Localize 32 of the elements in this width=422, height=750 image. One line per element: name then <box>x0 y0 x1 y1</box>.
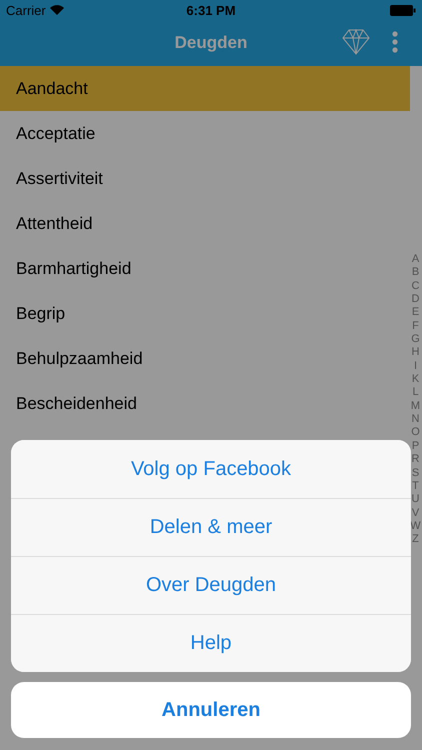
index-letter[interactable]: N <box>412 413 420 426</box>
wifi-icon <box>50 5 64 15</box>
index-letter[interactable]: O <box>411 426 420 440</box>
more-icon[interactable] <box>392 31 398 53</box>
index-letter[interactable]: M <box>410 400 420 414</box>
index-letter[interactable]: D <box>412 293 420 306</box>
index-letter[interactable]: F <box>412 320 419 334</box>
index-letter[interactable]: V <box>412 506 420 520</box>
nav-title: Deugden <box>174 33 248 53</box>
index-letter[interactable]: C <box>412 280 420 294</box>
index-letter[interactable]: A <box>412 253 420 266</box>
index-letter[interactable]: T <box>412 480 419 494</box>
cancel-button[interactable]: Annuleren <box>11 682 411 738</box>
carrier-label: Carrier <box>6 2 46 18</box>
list-item[interactable]: Aandacht <box>0 66 410 111</box>
index-letter[interactable]: H <box>412 346 420 360</box>
action-button[interactable]: Help <box>11 614 411 672</box>
index-letter[interactable]: R <box>412 453 420 466</box>
index-letter[interactable]: B <box>412 266 420 280</box>
status-time: 6:31 PM <box>186 2 236 18</box>
index-letter[interactable]: Z <box>412 533 419 547</box>
index-letter[interactable]: G <box>411 333 420 346</box>
index-letter[interactable]: P <box>412 440 420 454</box>
index-letter[interactable]: U <box>412 493 420 507</box>
index-letter[interactable]: I <box>414 360 418 374</box>
battery-icon <box>390 4 416 16</box>
index-letter[interactable]: W <box>410 520 421 534</box>
diamond-icon[interactable] <box>342 29 370 55</box>
index-letter[interactable]: L <box>412 386 419 400</box>
index-letter[interactable]: K <box>412 373 420 386</box>
index-letter[interactable]: E <box>412 306 420 320</box>
index-letter[interactable]: S <box>412 466 420 480</box>
